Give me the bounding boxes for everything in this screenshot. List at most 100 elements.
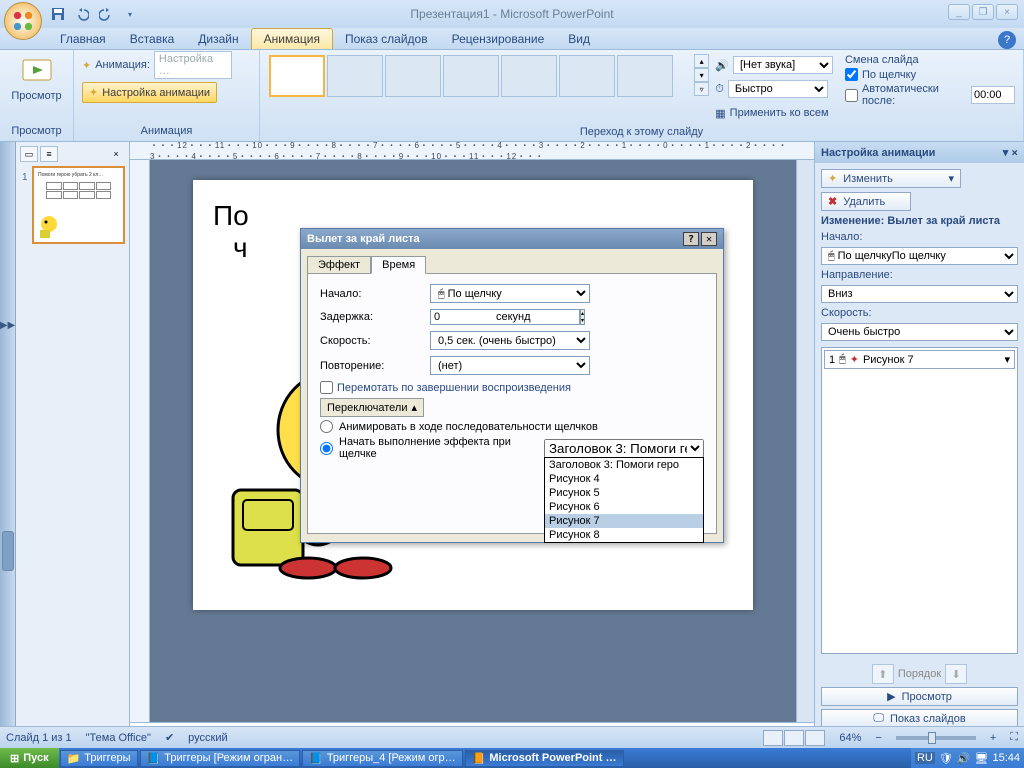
gallery-scroll[interactable]: ▴▾▿ [694,54,709,96]
transition-none[interactable] [269,55,325,97]
transition-thumb[interactable] [327,55,383,97]
help-button[interactable]: ? [998,31,1016,49]
dlg-speed-select[interactable]: 0,5 сек. (очень быстро) [430,331,590,350]
chevron-down-icon[interactable]: ▾ [1004,353,1010,366]
radio-sequence[interactable] [320,420,333,433]
effect-item[interactable]: 1 🖱 ✦ Рисунок 7 ▾ [824,350,1015,369]
outline-tab[interactable]: ≡ [40,146,58,162]
radio-trigger[interactable] [320,442,333,455]
taskpane-title: Настройка анимации [821,147,935,159]
preview-icon [21,56,53,88]
office-button[interactable] [4,2,42,40]
taskbar-item[interactable]: 📘Триггеры [Режим огран… [140,750,301,767]
trigger-option[interactable]: Рисунок 5 [545,486,703,500]
tab-timing[interactable]: Время [371,256,426,274]
zoom-out-button[interactable]: − [875,732,881,744]
tray-icon[interactable]: 🖥 [975,752,989,765]
transition-thumb[interactable] [617,55,673,97]
tab-animation[interactable]: Анимация [251,28,333,49]
dlg-start-select[interactable]: 🖱 По щелчку [430,284,590,303]
trigger-option[interactable]: Рисунок 4 [545,472,703,486]
trigger-option[interactable]: Рисунок 6 [545,500,703,514]
taskpane-menu-icon[interactable]: ▾ [1003,147,1009,159]
undo-icon[interactable] [72,4,92,24]
tab-review[interactable]: Рецензирование [440,29,557,49]
fit-button[interactable]: ⛶ [1010,731,1018,744]
status-language[interactable]: русский [188,732,227,744]
slides-tab[interactable]: ▭ [20,146,38,162]
qat-more-icon[interactable]: ▾ [120,4,140,24]
restore-button[interactable]: ❐ [972,4,994,20]
slide-thumbnail-1[interactable]: 1 Помоги герою убрать 2 кл… [32,166,125,244]
tab-slideshow[interactable]: Показ слайдов [333,29,440,49]
save-icon[interactable] [48,4,68,24]
speed-combo[interactable]: Быстро [728,80,828,98]
trigger-option[interactable]: Рисунок 7 [545,514,703,528]
dlg-delay-spinner[interactable]: ▴▾ [430,309,490,325]
preview-button[interactable]: Просмотр [7,54,65,104]
tab-insert[interactable]: Вставка [118,29,187,49]
tab-view[interactable]: Вид [556,29,602,49]
transition-gallery[interactable] [268,54,688,98]
system-tray[interactable]: RU 🛡 🔊 🖥 15:44 [911,748,1024,768]
dialog-help-button[interactable]: ? [683,232,699,246]
redo-icon[interactable] [96,4,116,24]
auto-after-check[interactable] [845,89,858,102]
tab-home[interactable]: Главная [48,29,118,49]
custom-animation-button[interactable]: ✦ Настройка анимации [82,82,217,103]
apply-all-button[interactable]: ▦Применить ко всем [715,102,833,124]
speed-select[interactable]: Очень быстро [821,323,1018,341]
tray-icon[interactable]: 🔊 [957,752,971,765]
taskbar-item[interactable]: 📘Триггеры_4 [Режим огр… [302,750,463,767]
trigger-option[interactable]: Рисунок 8 [545,528,703,542]
speed-icon: ⏱ [715,83,724,96]
minimize-button[interactable]: _ [948,4,970,20]
trigger-option[interactable]: Заголовок 3: Помоги геро [545,458,703,472]
play-preview-button[interactable]: ▶ Просмотр [821,687,1018,706]
rewind-check[interactable] [320,381,333,394]
change-effect-button[interactable]: ✦Изменить▾ [821,169,961,188]
taskbar-item-active[interactable]: 📙Microsoft PowerPoint … [465,750,624,767]
taskpane-close[interactable]: × [1011,146,1018,159]
clock[interactable]: 15:44 [992,752,1020,764]
item-num: 1 [829,354,835,366]
spellcheck-icon[interactable]: ✔ [165,731,174,744]
animation-combo[interactable]: Настройка … [154,51,232,79]
rail-handle-icon[interactable] [2,531,14,571]
zoom-slider[interactable] [896,736,976,740]
ribbon-tabs: Главная Вставка Дизайн Анимация Показ сл… [0,28,1024,50]
dialog-close-button[interactable]: ✕ [701,232,717,246]
effects-list[interactable]: 1 🖱 ✦ Рисунок 7 ▾ [821,347,1018,654]
effect-options-dialog: Вылет за край листа ?✕ Эффект Время Нача… [300,228,724,543]
auto-after-time[interactable] [971,86,1015,104]
start-button[interactable]: ⊞Пуск [0,748,59,768]
transition-thumb[interactable] [443,55,499,97]
sound-combo[interactable]: [Нет звука] [733,56,833,74]
panel-close[interactable]: × [107,146,125,162]
start-select[interactable]: 🖱 По щелчкуПо щелчку [821,247,1018,265]
trigger-dropdown-list[interactable]: Заголовок 3: Помоги геро Рисунок 4 Рисун… [544,457,704,543]
lang-indicator[interactable]: RU [915,752,935,764]
close-button[interactable]: × [996,4,1018,20]
tab-effect[interactable]: Эффект [307,256,371,274]
view-buttons[interactable] [763,730,825,746]
tab-design[interactable]: Дизайн [186,29,250,49]
transition-thumb[interactable] [559,55,615,97]
delete-effect-button[interactable]: ✖Удалить [821,192,911,211]
direction-select[interactable]: Вниз [821,285,1018,303]
slide-title-part2: ч [233,232,248,263]
trigger-select[interactable]: Заголовок 3: Помоги геро [544,439,704,458]
tray-icon[interactable]: 🛡 [939,752,953,765]
zoom-in-button[interactable]: + [990,732,996,744]
move-down-button[interactable]: ⬇ [945,664,967,684]
move-up-button[interactable]: ⬆ [872,664,894,684]
transition-thumb[interactable] [501,55,557,97]
zoom-value[interactable]: 64% [839,732,861,744]
triggers-toggle[interactable]: Переключатели ▴ [320,398,424,417]
vertical-scrollbar[interactable] [796,160,814,722]
taskbar-item[interactable]: 📁Триггеры [60,750,138,767]
on-click-check[interactable] [845,68,858,81]
dlg-repeat-select[interactable]: (нет) [430,356,590,375]
left-rail[interactable]: ▶▶ [0,142,16,748]
transition-thumb[interactable] [385,55,441,97]
